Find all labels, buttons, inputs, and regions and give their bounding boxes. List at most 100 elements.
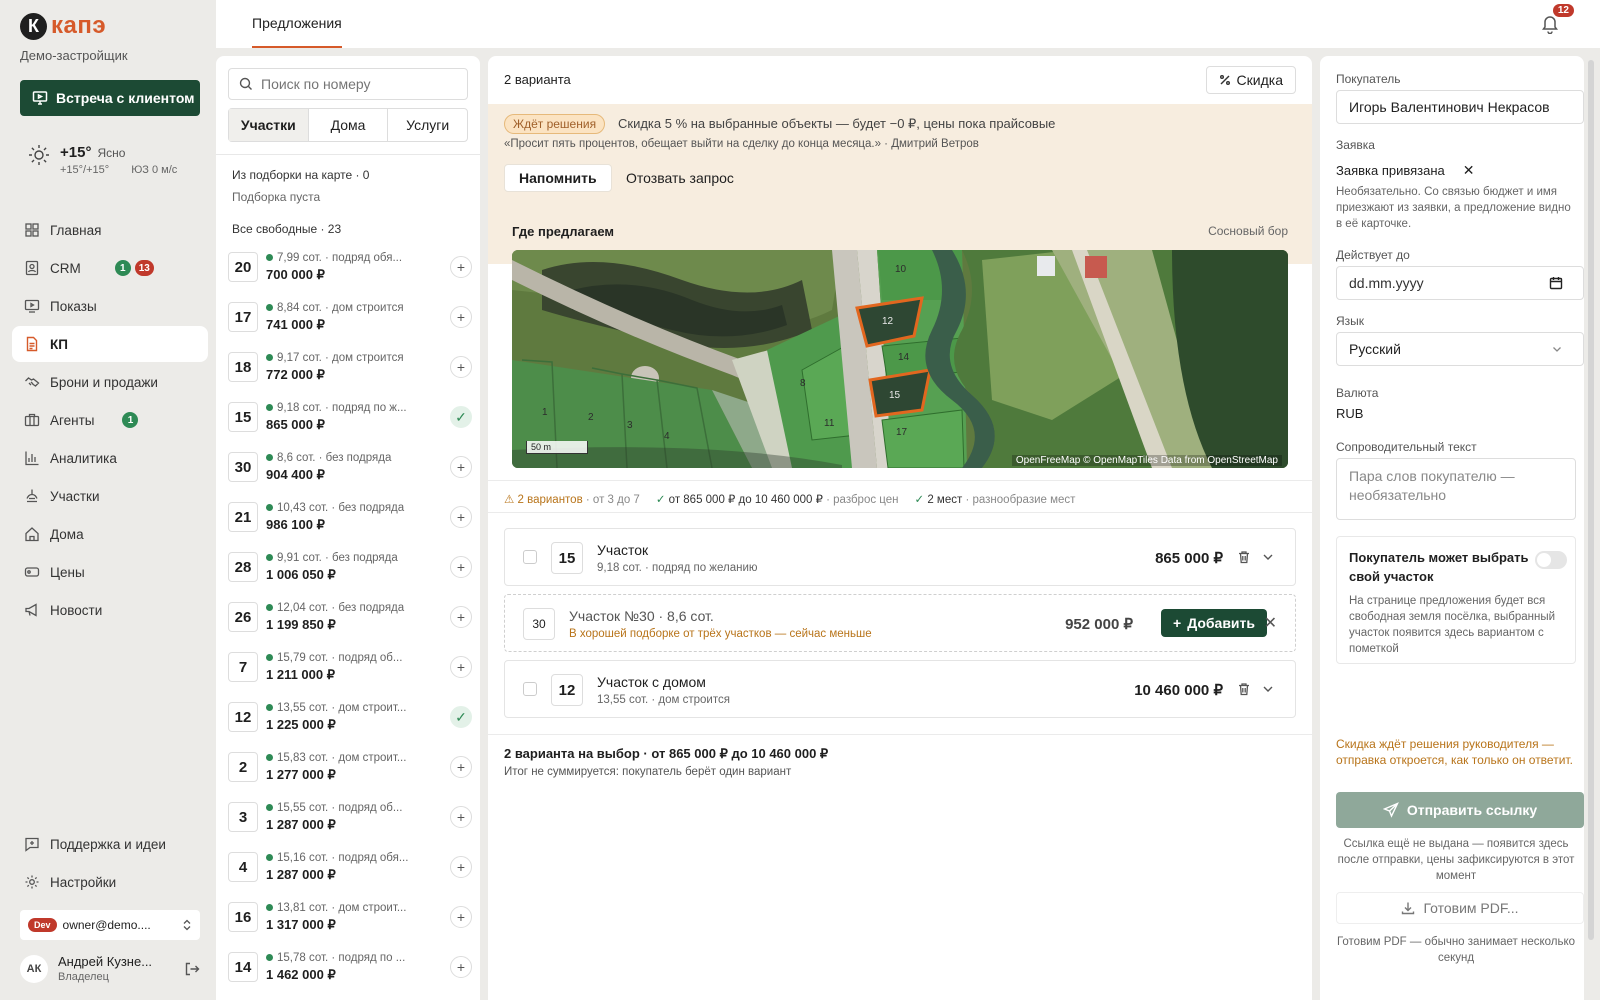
tab-proposals[interactable]: Предложения: [252, 0, 342, 48]
plus-icon[interactable]: +: [450, 956, 472, 978]
nav-item-prices[interactable]: Цены: [12, 554, 208, 590]
note-textarea[interactable]: Пара слов покупателю — необязательно: [1336, 458, 1576, 520]
nav-item-support[interactable]: Поддержка и идеи: [12, 826, 208, 862]
trash-icon[interactable]: [1237, 550, 1251, 564]
chevron-down-icon[interactable]: [1261, 682, 1275, 696]
plus-icon[interactable]: +: [450, 856, 472, 878]
pdf-button[interactable]: Готовим PDF...: [1336, 892, 1584, 924]
list-item[interactable]: 21 10,43 сот. · без подряда 986 100 ₽ +: [228, 492, 472, 542]
lot-desc-text: 9,91 сот. · без подряда: [277, 551, 398, 564]
nav-item-home[interactable]: Главная: [12, 212, 208, 248]
lot-desc-text: 15,78 сот. · подряд по ...: [277, 951, 406, 964]
map-attribution[interactable]: OpenFreeMap © OpenMapTiles Data from Ope…: [1011, 455, 1282, 466]
list-item[interactable]: 12 13,55 сот. · дом строит... 1 225 000 ₽ ✓: [228, 692, 472, 742]
avatar[interactable]: АК: [20, 954, 48, 983]
plus-icon[interactable]: +: [450, 556, 472, 578]
list-item[interactable]: 3 15,55 сот. · подряд об... 1 287 000 ₽ +: [228, 792, 472, 842]
lot-body: 15,79 сот. · подряд об... 1 211 000 ₽: [266, 652, 442, 683]
plus-icon[interactable]: +: [450, 806, 472, 828]
list-item[interactable]: 4 15,16 сот. · подряд обя... 1 287 000 ₽ +: [228, 842, 472, 892]
nav-item-news[interactable]: Новости: [12, 592, 208, 628]
list-item[interactable]: 7 15,79 сот. · подряд об... 1 211 000 ₽ +: [228, 642, 472, 692]
logo[interactable]: К капэ: [20, 12, 106, 40]
proposal-item[interactable]: 15 Участок 9,18 сот. · подряд по желанию…: [504, 528, 1296, 586]
nav-item-analytics[interactable]: Аналитика: [12, 440, 208, 476]
list-item[interactable]: 2 15,83 сот. · дом строит... 1 277 000 ₽ +: [228, 742, 472, 792]
item-checkbox[interactable]: [523, 550, 537, 564]
list-item[interactable]: 26 12,04 сот. · без подряда 1 199 850 ₽ +: [228, 592, 472, 642]
status-dot: [266, 454, 273, 461]
search-input[interactable]: [261, 76, 461, 92]
plus-icon[interactable]: +: [450, 656, 472, 678]
trash-icon[interactable]: [1237, 682, 1251, 696]
plus-icon[interactable]: +: [450, 606, 472, 628]
plus-icon[interactable]: +: [450, 306, 472, 328]
note-label: Сопроводительный текст: [1336, 440, 1477, 454]
logout-icon[interactable]: [184, 961, 200, 977]
lot-body: 15,16 сот. · подряд обя... 1 287 000 ₽: [266, 852, 442, 883]
discount-button[interactable]: Скидка: [1205, 66, 1296, 94]
chart-icon: [25, 451, 39, 466]
plus-icon[interactable]: +: [450, 256, 472, 278]
scrollbar[interactable]: [1588, 60, 1594, 940]
lot-body: 15,78 сот. · подряд по ... 1 462 000 ₽: [266, 952, 442, 983]
nav-item-kp[interactable]: КП: [12, 326, 208, 362]
nav-item-crm[interactable]: CRM 1 13: [12, 250, 208, 286]
nav-item-agents[interactable]: Агенты 1: [12, 402, 208, 438]
close-icon[interactable]: ✕: [1264, 613, 1277, 633]
valid-until-field[interactable]: dd.mm.yyyy: [1336, 266, 1584, 300]
proposal-item[interactable]: 12 Участок с домом 13,55 сот. · дом стро…: [504, 660, 1296, 718]
close-icon[interactable]: ✕: [1463, 162, 1475, 179]
status-dot: [266, 554, 273, 561]
buyer-choice-toggle[interactable]: [1535, 551, 1567, 569]
plus-icon[interactable]: +: [450, 356, 472, 378]
remind-button[interactable]: Напомнить: [504, 164, 612, 192]
status-dot: [266, 404, 273, 411]
plus-icon[interactable]: +: [450, 456, 472, 478]
list-item[interactable]: 30 8,6 сот. · без подряда 904 400 ₽ +: [228, 442, 472, 492]
tab-plots[interactable]: Участки: [229, 109, 309, 141]
item-checkbox[interactable]: [523, 682, 537, 696]
list-item[interactable]: 18 9,17 сот. · дом строится 772 000 ₽ +: [228, 342, 472, 392]
lot-number: 2: [228, 752, 258, 782]
send-link-button[interactable]: Отправить ссылку: [1336, 792, 1584, 828]
revoke-button[interactable]: Отозвать запрос: [626, 170, 734, 186]
divider: [488, 480, 1312, 481]
plus-icon[interactable]: +: [450, 756, 472, 778]
lots-panel: Участки Дома Услуги Из подборки на карте…: [216, 56, 480, 1000]
lot-description: 10,43 сот. · без подряда: [266, 502, 442, 514]
meeting-button[interactable]: Встреча с клиентом: [20, 80, 200, 116]
account-email: owner@demo....: [62, 918, 151, 932]
list-item[interactable]: 14 15,78 сот. · подряд по ... 1 462 000 ₽ +: [228, 942, 472, 992]
calendar-icon[interactable]: [1549, 276, 1563, 290]
list-item[interactable]: 17 8,84 сот. · дом строится 741 000 ₽ +: [228, 292, 472, 342]
lot-number: 12: [228, 702, 258, 732]
buyer-field[interactable]: Игорь Валентинович Некрасов: [1336, 90, 1584, 124]
house-icon: [25, 527, 39, 542]
plus-icon[interactable]: +: [450, 506, 472, 528]
plus-icon[interactable]: +: [450, 906, 472, 928]
list-item[interactable]: 15 9,18 сот. · подряд по ж... 865 000 ₽ ✓: [228, 392, 472, 442]
tab-houses[interactable]: Дома: [309, 109, 389, 141]
nav-item-bookings[interactable]: Брони и продажи: [12, 364, 208, 400]
list-item[interactable]: 20 7,99 сот. · подряд обя... 700 000 ₽ +: [228, 242, 472, 292]
variants-count: 2 варианта: [504, 72, 571, 87]
nav-item-plots[interactable]: Участки: [12, 478, 208, 514]
check-icon[interactable]: ✓: [450, 706, 472, 728]
chevron-down-icon[interactable]: [1261, 550, 1275, 564]
grid-icon: [25, 223, 39, 237]
language-select[interactable]: Русский: [1336, 332, 1584, 366]
map[interactable]: 10 12 14 15 8 11 17 1 2 3 4 50 m OpenFre…: [512, 250, 1288, 468]
list-item[interactable]: 28 9,91 сот. · без подряда 1 006 050 ₽ +: [228, 542, 472, 592]
nav-item-houses[interactable]: Дома: [12, 516, 208, 552]
account-select[interactable]: Dev owner@demo....: [20, 910, 200, 940]
search-box[interactable]: [228, 68, 468, 100]
nav-item-settings[interactable]: Настройки: [12, 864, 208, 900]
lot-body: 9,18 сот. · подряд по ж... 865 000 ₽: [266, 402, 442, 433]
check-icon[interactable]: ✓: [450, 406, 472, 428]
add-button[interactable]: + Добавить: [1161, 609, 1267, 637]
list-item[interactable]: 16 13,81 сот. · дом строит... 1 317 000 ₽ +: [228, 892, 472, 942]
tab-services[interactable]: Услуги: [388, 109, 467, 141]
nav-item-showings[interactable]: Показы: [12, 288, 208, 324]
bell-icon[interactable]: [1540, 14, 1560, 34]
